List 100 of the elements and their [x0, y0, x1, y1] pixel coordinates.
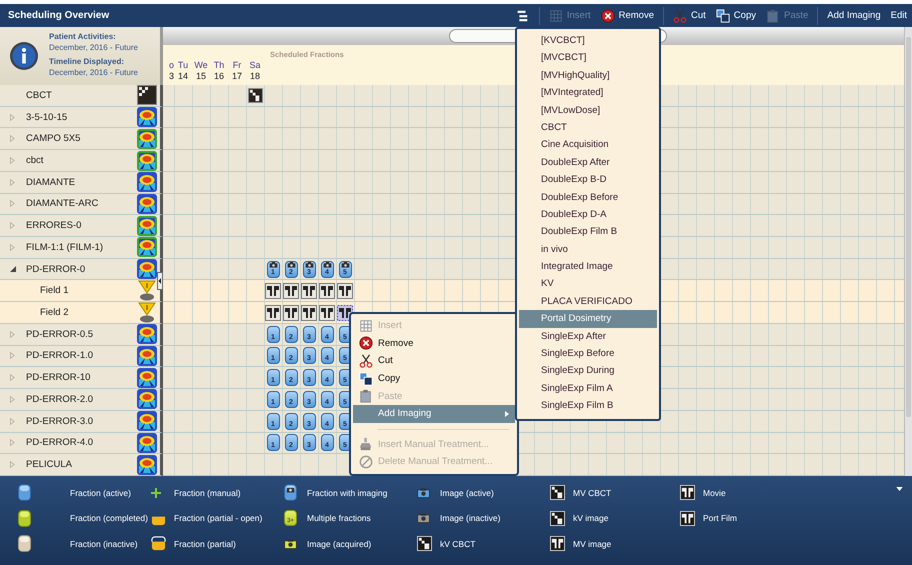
legend-label: Fraction with imaging: [307, 488, 388, 498]
image-tile-icon: [550, 536, 565, 552]
fraction-icon: [18, 535, 31, 552]
menu-item[interactable]: DoubleExp Film B: [519, 223, 657, 241]
copy-button[interactable]: Copy: [710, 4, 761, 26]
plan-row[interactable]: PD-ERROR-0.5: [0, 324, 163, 346]
row-label: PD-ERROR-10: [26, 372, 92, 384]
menu-item[interactable]: [MVIntegrated]: [519, 84, 657, 102]
menu-item[interactable]: [KVCBCT]: [519, 32, 657, 50]
menu-item[interactable]: CBCT: [519, 118, 657, 136]
menu-item[interactable]: Add Imaging: [353, 404, 515, 423]
port-film-marker[interactable]: [283, 282, 299, 299]
cut-button[interactable]: Cut: [668, 4, 711, 26]
info-value: December, 2016 - Future: [49, 42, 138, 54]
plan-row[interactable]: cbct: [0, 150, 163, 172]
menu-item[interactable]: Portal Dosimetry: [519, 310, 657, 328]
plan-row[interactable]: ERRORES-0: [0, 215, 163, 238]
camera-icon: [322, 262, 332, 268]
row-label: PD-ERROR-0: [26, 264, 86, 275]
menu-item[interactable]: in vivo: [519, 240, 657, 258]
menu-item[interactable]: SingleExp Film A: [519, 380, 657, 398]
row-label: PD-ERROR-2.0: [26, 394, 94, 405]
info-heading: Patient Activities:: [49, 31, 117, 42]
menu-item[interactable]: Cine Acquisition: [519, 136, 657, 154]
collapse-icon[interactable]: [10, 266, 16, 272]
plan-row[interactable]: Field 1: [0, 280, 163, 302]
menu-item[interactable]: SingleExp Film B: [519, 397, 657, 415]
prohibited-icon: [358, 454, 372, 469]
port-film-marker[interactable]: [319, 282, 335, 299]
menu-item[interactable]: Copy: [353, 370, 515, 388]
menu-icon: [514, 8, 529, 22]
info-heading: Timeline Displayed:: [49, 56, 125, 67]
port-film-marker[interactable]: [301, 304, 317, 321]
row-label: PD-ERROR-1.0: [26, 350, 94, 362]
edit-button[interactable]: Edit: [886, 4, 912, 26]
port-film-marker[interactable]: [337, 282, 353, 299]
day-date: 17: [232, 71, 242, 82]
collapse-icon[interactable]: [896, 487, 903, 491]
menu-item[interactable]: SingleExp After: [519, 328, 657, 346]
plan-row[interactable]: 3-5-10-15: [0, 106, 163, 128]
clipboard-icon: [766, 8, 780, 22]
info-icon: [9, 41, 39, 71]
plan-row[interactable]: CAMPO 5X5: [0, 128, 163, 150]
legend-label: kV image: [573, 513, 608, 524]
plan-row[interactable]: PD-ERROR-3.0: [0, 410, 163, 432]
row-label: PD-ERROR-4.0: [26, 437, 94, 448]
menu-item[interactable]: SingleExp Before: [519, 345, 657, 362]
menu-item[interactable]: [MVLowDose]: [519, 102, 657, 119]
menu-item[interactable]: [MVHighQuality]: [519, 66, 657, 84]
legend-label: Image (acquired): [307, 538, 372, 549]
menu-item[interactable]: Cut: [353, 352, 515, 370]
scan-tile-icon: [550, 485, 565, 500]
beam-icon: [137, 280, 157, 302]
menu-item[interactable]: KV: [519, 275, 657, 293]
dose-map-icon: [137, 216, 157, 236]
splitter-handle[interactable]: [157, 272, 163, 290]
partial-fraction-icon: [151, 536, 166, 552]
plan-row[interactable]: PD-ERROR-4.0: [0, 432, 163, 454]
dose-map-icon: [137, 346, 157, 366]
scan-marker[interactable]: [248, 88, 262, 103]
menu-item[interactable]: [MVCBCT]: [519, 49, 657, 67]
day-name: Tu: [178, 60, 188, 71]
port-film-marker[interactable]: [337, 304, 353, 321]
plan-row[interactable]: DIAMANTE-ARC: [0, 194, 163, 216]
menu-item[interactable]: DoubleExp B-D: [519, 171, 657, 189]
plan-row[interactable]: PD-ERROR-10: [0, 367, 163, 390]
plan-row[interactable]: PD-ERROR-1.0: [0, 346, 163, 368]
remove-icon: [358, 336, 372, 350]
scrollbar[interactable]: [904, 27, 912, 476]
plan-row[interactable]: PD-ERROR-2.0: [0, 389, 163, 411]
camera-icon: [284, 538, 297, 549]
window-title: Scheduling Overview: [8, 10, 110, 21]
port-film-marker[interactable]: [265, 282, 281, 299]
row-label: PELICULA: [26, 459, 73, 470]
port-film-marker[interactable]: [319, 304, 335, 321]
legend-label: Multiple fractions: [307, 513, 371, 524]
plan-row[interactable]: DIAMANTE: [0, 172, 163, 194]
menu-item[interactable]: Integrated Image: [519, 258, 657, 276]
legend-label: kV CBCT: [440, 538, 476, 549]
row-label: CBCT: [26, 90, 53, 101]
menu-item[interactable]: PLACA VERIFICADO: [519, 292, 657, 310]
plan-row[interactable]: FILM-1:1 (FILM-1): [0, 237, 163, 259]
port-film-marker[interactable]: [265, 304, 281, 321]
plan-row[interactable]: Field 2: [0, 302, 163, 324]
menu-item[interactable]: Remove: [353, 334, 515, 352]
add-imaging-button[interactable]: Add Imaging: [822, 4, 886, 26]
plan-row[interactable]: CBCT: [0, 85, 163, 107]
row-label: Field 1: [39, 285, 70, 296]
legend-label: Fraction (active): [70, 488, 131, 498]
dose-map-icon: [137, 411, 157, 432]
menu-item[interactable]: DoubleExp After: [519, 154, 657, 172]
menu-item[interactable]: DoubleExp D-A: [519, 206, 657, 224]
menu-item[interactable]: SingleExp During: [519, 362, 657, 380]
day-date: 15: [196, 71, 206, 82]
plan-row[interactable]: PD-ERROR-0: [0, 258, 163, 280]
remove-button[interactable]: Remove: [596, 4, 659, 26]
port-film-marker[interactable]: [301, 282, 317, 299]
port-film-marker[interactable]: [283, 304, 299, 321]
menu-item[interactable]: DoubleExp Before: [519, 188, 657, 206]
plan-row[interactable]: PELICULA: [0, 454, 163, 476]
